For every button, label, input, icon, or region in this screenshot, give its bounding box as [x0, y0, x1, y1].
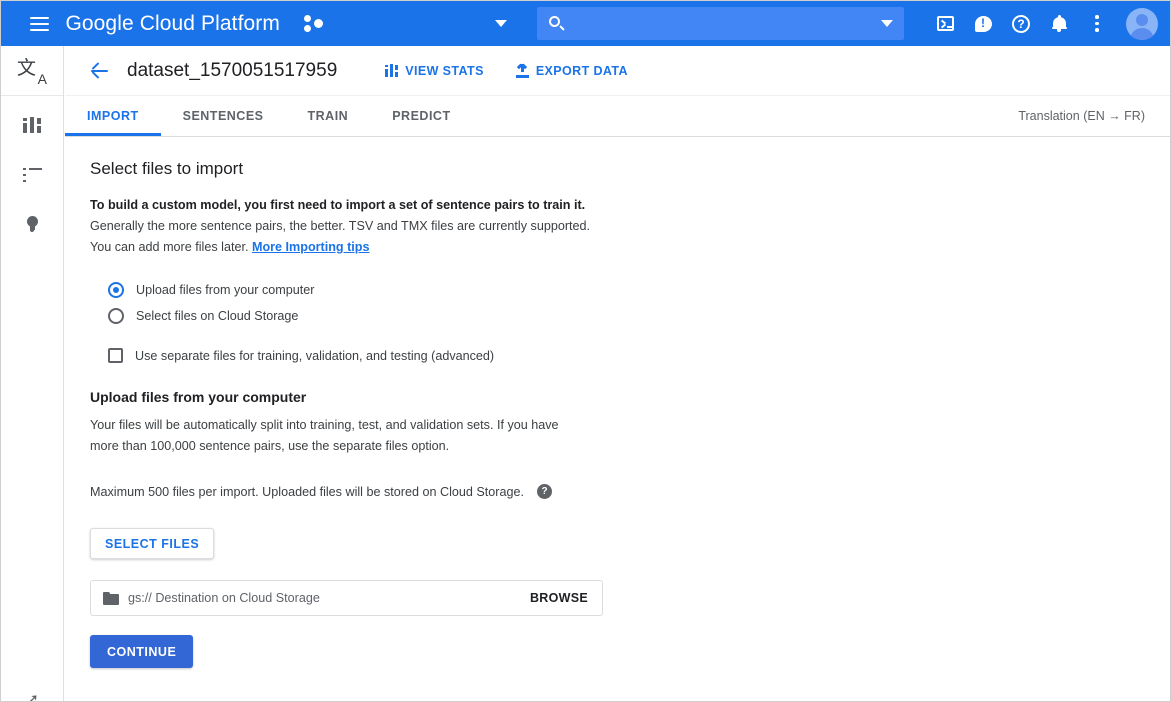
- radio-upload-label: Upload files from your computer: [136, 283, 314, 297]
- upload-body-line-2: more than 100,000 sentence pairs, use th…: [90, 439, 449, 453]
- page-title: dataset_1570051517959: [127, 60, 337, 82]
- radio-upload-from-computer[interactable]: Upload files from your computer: [108, 277, 1171, 303]
- tab-predict[interactable]: PREDICT: [370, 96, 472, 136]
- app-window: Google Cloud Platform ?: [0, 0, 1171, 702]
- help-filled-icon[interactable]: ?: [537, 484, 552, 499]
- radio-select-cloud-storage[interactable]: Select files on Cloud Storage: [108, 303, 1171, 329]
- section-heading: Select files to import: [90, 159, 1171, 179]
- hamburger-icon[interactable]: [17, 1, 61, 46]
- terminal-icon[interactable]: [928, 7, 962, 41]
- gcs-prefix: gs://: [128, 591, 152, 605]
- sidebar-item-tips[interactable]: [15, 210, 49, 240]
- description-line-3: You can add more files later.: [90, 240, 248, 254]
- translation-direction-label: Translation (EN → FR): [1018, 96, 1171, 136]
- sidebar-item-dashboard[interactable]: [15, 110, 49, 140]
- list-icon: [23, 168, 42, 182]
- upload-icon: [516, 64, 529, 78]
- main-content: Select files to import To build a custom…: [65, 137, 1171, 702]
- rail-expand-container[interactable]: ➚: [1, 693, 64, 702]
- continue-button[interactable]: CONTINUE: [90, 635, 193, 668]
- view-stats-button[interactable]: VIEW STATS: [385, 64, 484, 78]
- dataset-actions: VIEW STATS EXPORT DATA: [385, 64, 628, 78]
- gcs-destination-placeholder[interactable]: gs:// Destination on Cloud Storage: [128, 591, 530, 605]
- brand-title: Google Cloud Platform: [65, 12, 280, 36]
- help-icon[interactable]: ?: [1004, 7, 1038, 41]
- gcs-placeholder-text: Destination on Cloud Storage: [155, 591, 320, 605]
- arrow-back-icon[interactable]: [89, 60, 111, 82]
- export-data-label: EXPORT DATA: [536, 64, 628, 78]
- left-rail: 文A ➚: [1, 46, 64, 702]
- select-files-button[interactable]: SELECT FILES: [90, 528, 214, 559]
- translate-icon: 文A: [17, 58, 47, 84]
- chevron-down-icon[interactable]: [495, 20, 507, 27]
- more-vert-icon[interactable]: [1080, 7, 1114, 41]
- account-avatar[interactable]: [1126, 8, 1158, 40]
- toolbar-icons: ?: [928, 7, 1171, 41]
- radio-button-selected-icon[interactable]: [108, 282, 124, 298]
- checkbox-icon[interactable]: [108, 348, 123, 363]
- sidebar-item-datasets[interactable]: [15, 160, 49, 190]
- upload-body-line-1: Your files will be automatically split i…: [90, 418, 559, 432]
- export-data-button[interactable]: EXPORT DATA: [516, 64, 628, 78]
- checkbox-label: Use separate files for training, validat…: [135, 349, 494, 363]
- search-input[interactable]: [537, 7, 904, 40]
- browse-button[interactable]: BROWSE: [530, 591, 588, 605]
- tab-import[interactable]: IMPORT: [65, 96, 161, 136]
- tab-sentences[interactable]: SENTENCES: [161, 96, 286, 136]
- view-stats-label: VIEW STATS: [405, 64, 484, 78]
- tab-bar: IMPORT SENTENCES TRAIN PREDICT Translati…: [65, 96, 1171, 137]
- more-importing-tips-link[interactable]: More Importing tips: [252, 240, 370, 254]
- lightbulb-icon: [26, 216, 39, 234]
- source-options: Upload files from your computer Select f…: [90, 277, 1171, 363]
- rail-items: [1, 96, 63, 240]
- gcp-dots-icon: [302, 13, 327, 35]
- rail-product-icon-container[interactable]: 文A: [1, 46, 63, 96]
- description-line-2: Generally the more sentence pairs, the b…: [90, 219, 590, 233]
- upload-section-body: Your files will be automatically split i…: [90, 415, 1171, 457]
- folder-icon: [103, 592, 119, 605]
- feedback-icon[interactable]: [966, 7, 1000, 41]
- max-files-note: Maximum 500 files per import. Uploaded f…: [90, 484, 1171, 499]
- top-navigation-bar: Google Cloud Platform ?: [1, 1, 1171, 46]
- tab-train[interactable]: TRAIN: [286, 96, 371, 136]
- max-files-note-text: Maximum 500 files per import. Uploaded f…: [90, 485, 524, 499]
- gcs-destination-input[interactable]: gs:// Destination on Cloud Storage BROWS…: [90, 580, 603, 616]
- import-description: To build a custom model, you first need …: [90, 195, 1171, 258]
- radio-button-icon[interactable]: [108, 308, 124, 324]
- radio-cloud-label: Select files on Cloud Storage: [136, 309, 298, 323]
- description-line-1: To build a custom model, you first need …: [90, 198, 585, 212]
- search-icon: [548, 15, 566, 33]
- checkbox-separate-files[interactable]: Use separate files for training, validat…: [108, 348, 1171, 363]
- notifications-bell-icon[interactable]: [1042, 7, 1076, 41]
- bar-chart-icon: [23, 117, 42, 133]
- upload-section-title: Upload files from your computer: [90, 389, 1171, 405]
- chevron-down-icon[interactable]: [881, 20, 893, 27]
- expand-icon: ➚: [26, 693, 39, 702]
- dataset-header: dataset_1570051517959 VIEW STATS EXPORT …: [65, 46, 1171, 96]
- bar-chart-icon: [385, 64, 398, 77]
